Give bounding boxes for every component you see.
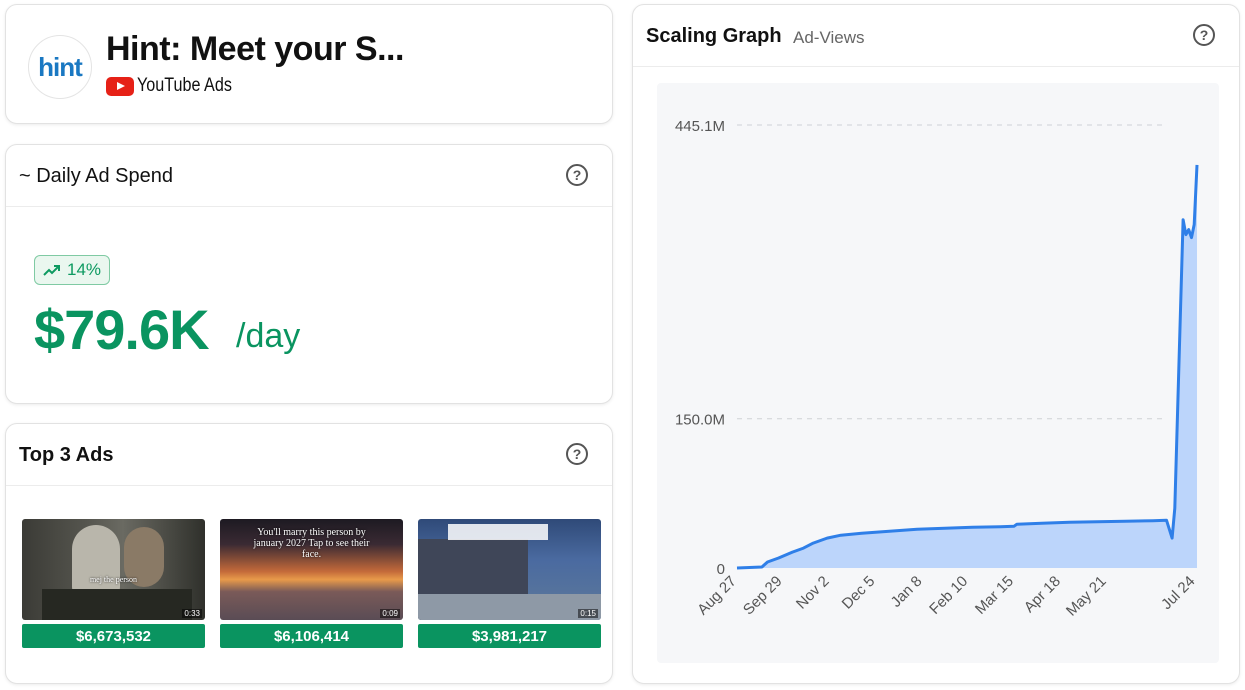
daily-ad-spend-card: ~ Daily Ad Spend ? 14% $79.6K /day [5,144,613,404]
top-ads-title: Top 3 Ads [19,444,114,466]
ad-duration: 0:33 [182,609,202,618]
x-tick-label: May 21 [1063,573,1110,620]
ad-duration: 0:09 [380,609,400,618]
ad-spend-button[interactable]: $6,106,414 [220,624,403,648]
brand-logo-text: hint [38,51,83,82]
ad-thumbnail[interactable]: mej the person 0:33 [22,519,205,620]
daily-spend-unit: /day [236,317,301,355]
chart-area: 445.1M 150.0M 0 Aug 27 Sep 29 Nov 2 Dec 5 Jan 8… [657,83,1219,663]
x-tick-label: Sep 29 [740,573,786,619]
series-area [737,164,1197,568]
ad-spend-button[interactable]: $3,981,217 [418,624,601,648]
top-ads-card: Top 3 Ads ? mej the person 0:33 $6,673,5… [5,423,613,684]
series-line [736,164,1199,570]
help-circle-icon[interactable]: ? [1193,24,1215,46]
trend-value: 14% [67,260,102,279]
scaling-graph-subtitle: Ad-Views [793,28,865,47]
scaling-graph-header: Scaling Graph Ad-Views ? [633,5,1239,67]
scaling-graph-card: Scaling Graph Ad-Views ? 445.1M 150.0M 0 Au… [632,4,1240,684]
ad-caption: mej the person [89,575,138,584]
brand-card: hint Hint: Meet your S... YouTube Ads [5,4,613,124]
top-ads-header: Top 3 Ads ? [6,424,612,486]
ad-thumbnail[interactable]: You'll marry this person by january 2027… [220,519,403,620]
x-tick-label: Jul 24 [1158,573,1198,613]
trending-up-icon [43,265,60,276]
y-tick-label: 0 [717,561,725,578]
x-tick-label: Nov 2 [793,573,833,613]
x-tick-label: Jan 8 [888,573,926,611]
help-circle-icon[interactable]: ? [566,164,588,186]
ad-caption: You'll marry this person by january 2027… [253,527,370,560]
x-tick-label: Mar 15 [972,573,1017,618]
ad-card-2[interactable]: You'll marry this person by january 2027… [220,519,403,648]
ad-card-3[interactable]: 0:15 $3,981,217 [418,519,601,648]
platform-tag: YouTube Ads [106,75,249,97]
ad-duration: 0:15 [578,609,598,618]
youtube-icon [106,76,134,96]
brand-title: Hint: Meet your S... [106,30,404,68]
daily-ad-spend-header: ~ Daily Ad Spend ? [6,145,612,207]
help-circle-icon[interactable]: ? [566,443,588,465]
daily-spend-value: $79.6K [34,298,210,361]
x-tick-label: Feb 10 [926,573,971,618]
y-tick-label: 150.0M [675,412,725,429]
y-tick-label: 445.1M [675,118,725,135]
daily-ad-spend-title: ~ Daily Ad Spend [19,165,173,187]
trend-badge: 14% [34,255,111,285]
x-tick-label: Dec 5 [839,573,879,613]
brand-logo: hint [28,35,92,99]
ad-card-1[interactable]: mej the person 0:33 $6,673,532 [22,519,205,648]
ad-thumbnail[interactable]: 0:15 [418,519,601,620]
x-tick-label: Aug 27 [694,573,740,619]
scaling-chart: 445.1M 150.0M 0Aug 27 Sep 29 Nov 2 Dec 5 Jan 8… [675,118,1199,620]
x-tick-label: Apr 18 [1021,573,1064,616]
scaling-graph-title: Scaling Graph [646,25,782,47]
ad-spend-button[interactable]: $6,673,532 [22,624,205,648]
platform-label: YouTube Ads [137,75,232,96]
